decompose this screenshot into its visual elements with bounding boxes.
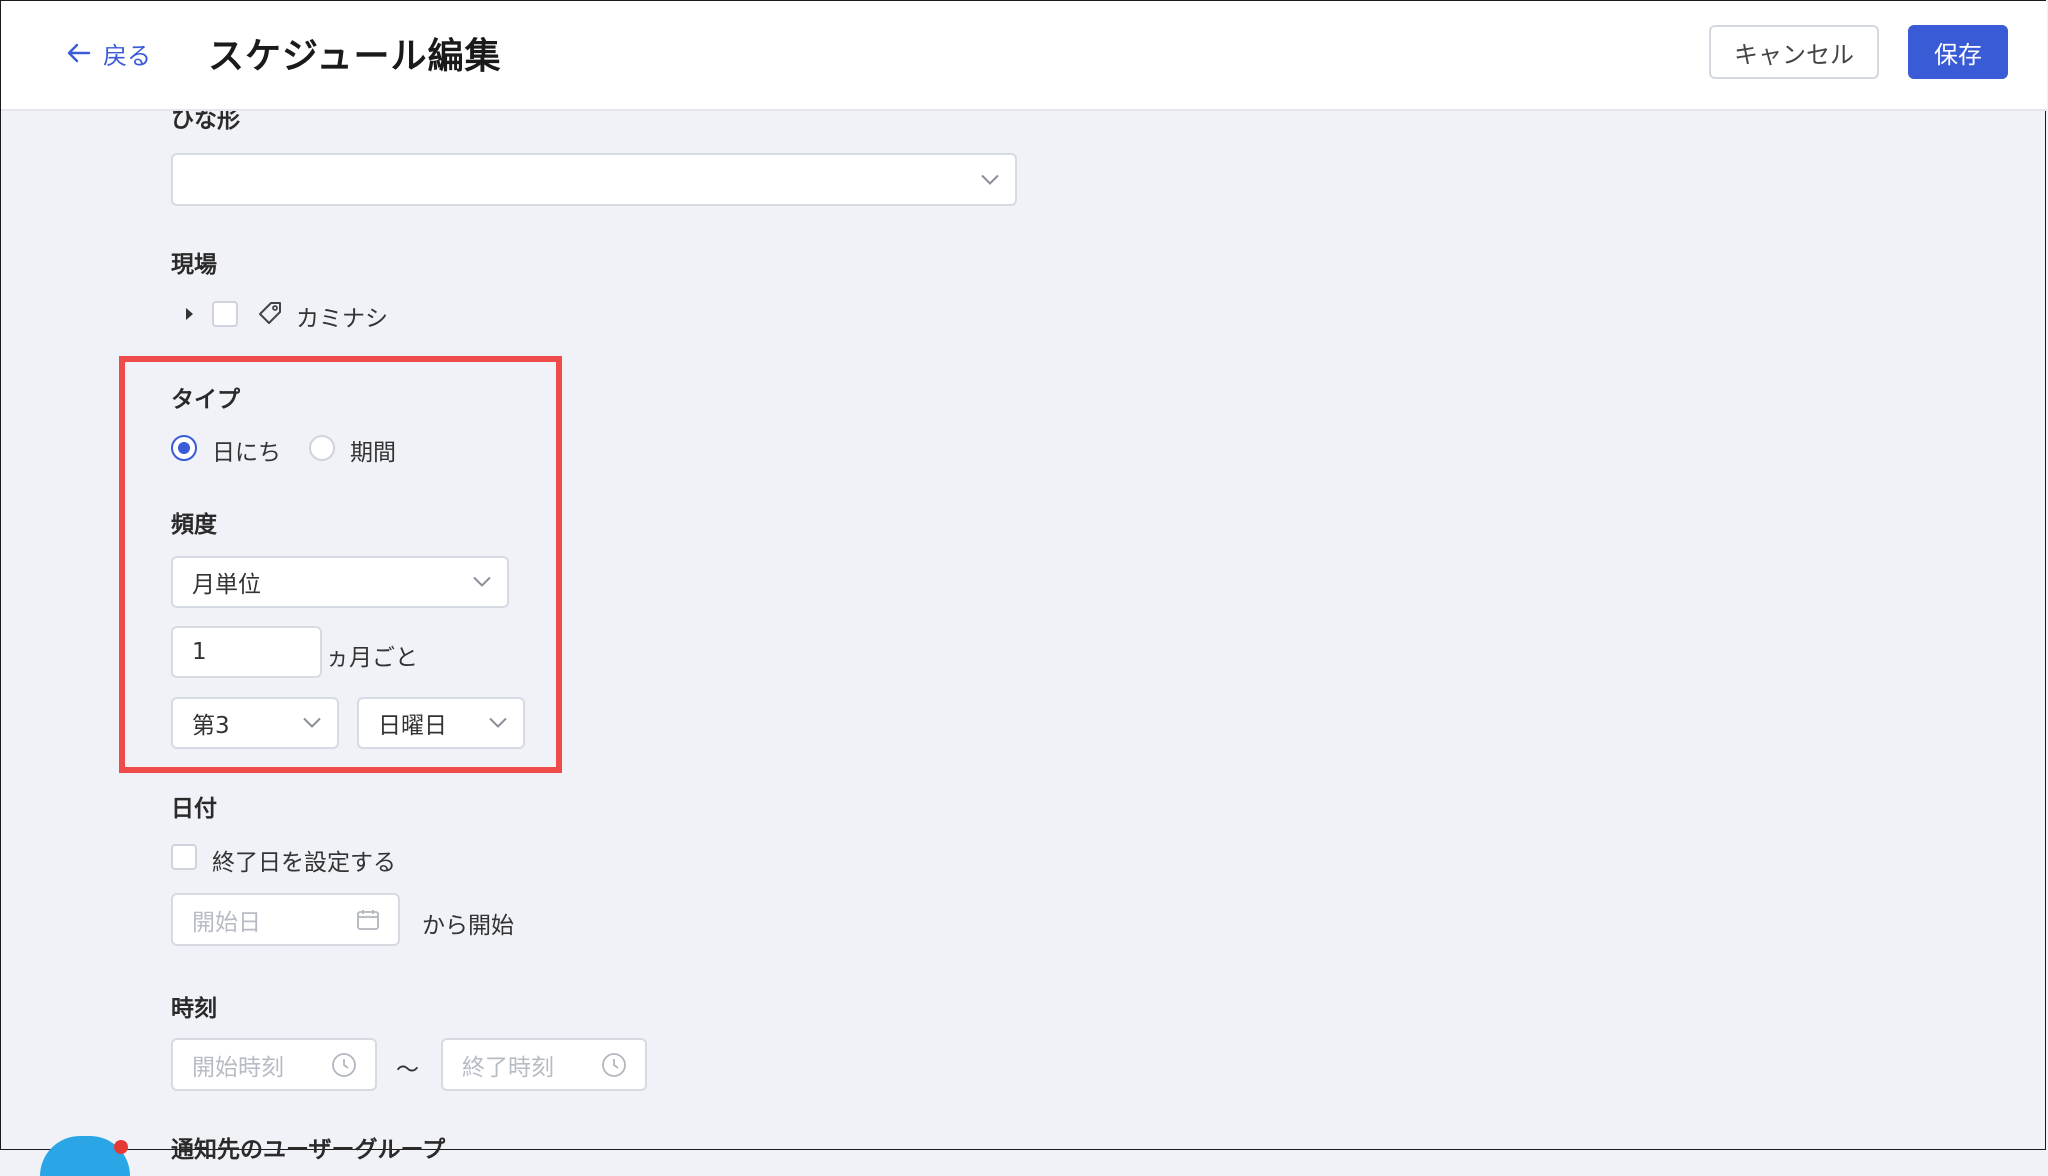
calendar-icon [357,909,379,930]
start-date-input[interactable]: 開始日 [171,893,400,946]
frequency-label: 頻度 [171,512,217,538]
time-separator: 〜 [396,1057,419,1083]
interval-value: 1 [192,639,207,665]
chevron-down-icon [473,576,491,587]
start-time-input[interactable]: 開始時刻 [171,1038,377,1091]
end-time-placeholder: 終了時刻 [462,1054,554,1081]
chevron-down-icon [489,717,507,728]
weekday-value: 日曜日 [378,713,447,739]
save-button[interactable]: 保存 [1908,25,2008,79]
start-time-placeholder: 開始時刻 [192,1054,284,1081]
interval-suffix: ヵ月ごと [326,645,418,671]
caret-right-icon[interactable] [185,307,195,321]
week-value: 第3 [192,713,230,739]
type-radio-date[interactable] [171,435,197,461]
start-date-placeholder: 開始日 [192,909,261,936]
type-label: タイプ [171,387,240,413]
chevron-down-icon [981,174,999,185]
type-option-period-label: 期間 [350,440,396,466]
clock-icon [602,1052,626,1077]
arrow-left-icon [67,43,91,63]
type-option-date-label: 日にち [212,440,281,466]
chevron-down-icon [303,717,321,728]
app-header: 戻る スケジュール編集 キャンセル 保存 [1,1,2047,111]
start-suffix: から開始 [422,913,514,939]
frequency-unit-select[interactable]: 月単位 [171,556,509,608]
notify-group-label: 通知先のユーザーグループ [171,1137,446,1163]
date-label: 日付 [171,796,217,822]
back-label: 戻る [103,41,151,70]
week-select[interactable]: 第3 [171,697,339,749]
interval-input[interactable]: 1 [171,626,322,678]
site-checkbox[interactable] [212,301,238,327]
template-select[interactable] [171,153,1017,206]
site-label: 現場 [171,252,217,278]
time-label: 時刻 [171,996,217,1022]
end-date-checkbox-label: 終了日を設定する [212,850,396,876]
back-link[interactable]: 戻る [67,35,151,71]
clock-icon [332,1052,356,1077]
page-title: スケジュール編集 [208,36,502,77]
cancel-button[interactable]: キャンセル [1709,25,1879,79]
weekday-select[interactable]: 日曜日 [357,697,525,749]
type-radio-period[interactable] [309,435,335,461]
tag-icon [259,302,281,324]
site-tree-item-label: カミナシ [296,306,388,332]
frequency-unit-value: 月単位 [192,572,261,598]
end-time-input[interactable]: 終了時刻 [441,1038,647,1091]
end-date-checkbox[interactable] [171,844,197,870]
